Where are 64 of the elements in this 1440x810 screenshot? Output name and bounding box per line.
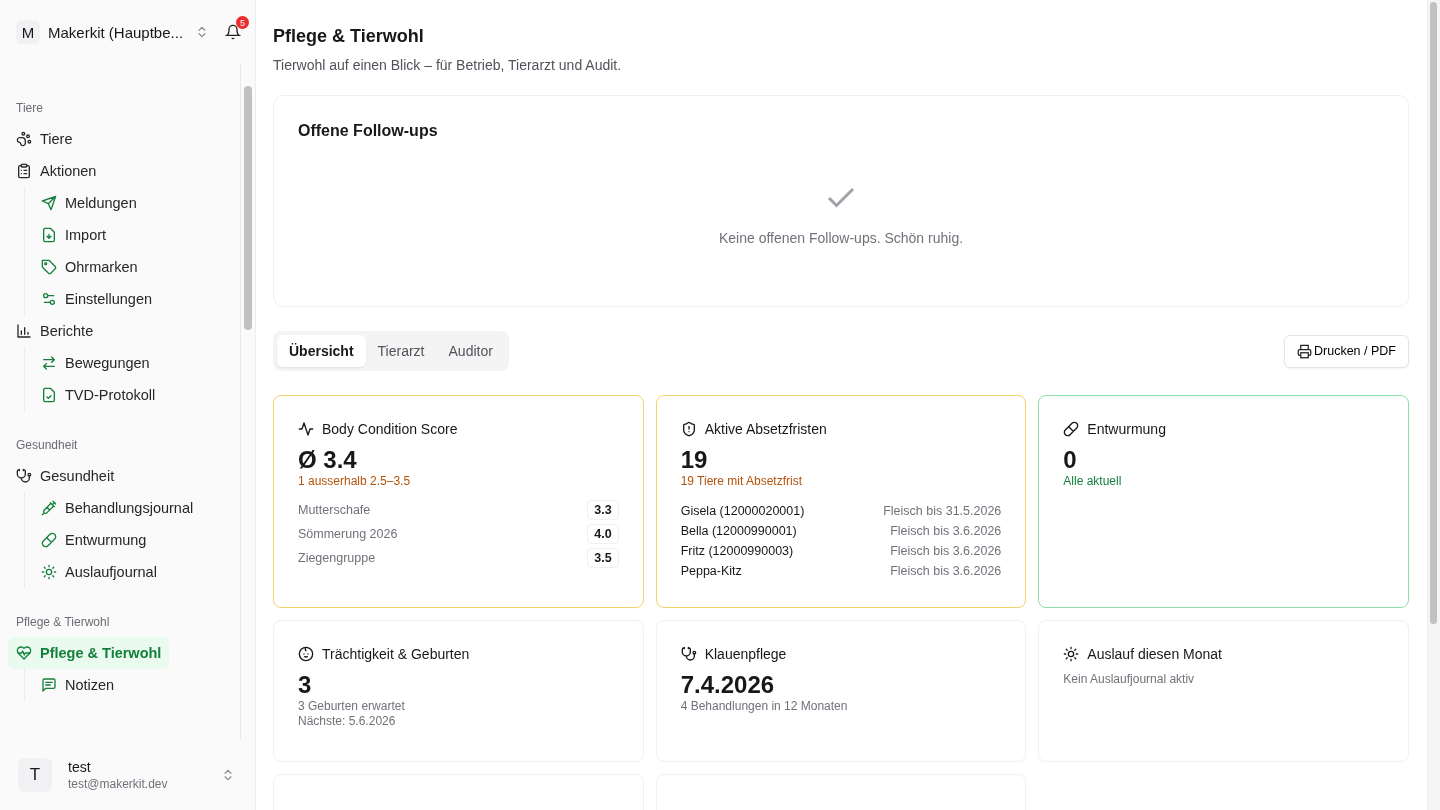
card-title: Trächtigkeit & Geburten <box>322 646 470 662</box>
card-title: Body Condition Score <box>322 421 458 437</box>
nav-item[interactable]: Berichte <box>8 315 102 347</box>
score-badge: 3.3 <box>587 500 619 521</box>
group-label: Ziegengruppe <box>298 551 376 566</box>
nav-item[interactable]: Pflege & Tierwohl <box>8 637 170 669</box>
page-subtitle: Tierwohl auf einen Blick – für Betrieb, Tierarzt und Audit. <box>273 57 623 73</box>
nav-item[interactable]: Tiere <box>8 123 81 155</box>
score-badge: 4.0 <box>587 524 619 545</box>
user-name: test <box>68 759 92 775</box>
stat-value: 0 <box>1063 447 1078 474</box>
nav-subitem[interactable]: Behandlungsjournal <box>33 492 240 524</box>
section-label: Gesundheit <box>15 437 79 454</box>
tab[interactable]: Tierarzt <box>365 335 437 367</box>
account-avatar[interactable]: M <box>16 20 40 44</box>
page-title: Pflege & Tierwohl <box>273 26 425 47</box>
withdrawal-date: Fleisch bis 3.6.2026 <box>890 563 1002 581</box>
nav-subitem[interactable]: Notizen <box>33 669 240 701</box>
user-email: test@makerkit.dev <box>68 777 169 791</box>
withdrawal-date: Fleisch bis 3.6.2026 <box>890 523 1002 541</box>
animal-name: Fritz (12000990003) <box>680 543 794 561</box>
nav-subitem[interactable]: Meldungen <box>33 187 240 219</box>
animal-name: Bella (12000990001) <box>680 523 797 541</box>
animal-name: Gisela (12000020001) <box>680 503 805 521</box>
stat-note: 3 Geburten erwartet <box>298 699 406 714</box>
stat-value: Ø 3.4 <box>298 447 358 474</box>
stat-note: 19 Tiere mit Absetzfrist <box>680 474 804 489</box>
section-label: Pflege & Tierwohl <box>15 614 111 631</box>
nav-subitem[interactable]: Ohrmarken <box>33 251 240 283</box>
print-button[interactable]: Drucken / PDF <box>1284 334 1409 368</box>
stat-note: Nächste: 5.6.2026 <box>298 714 397 729</box>
nav-subitem[interactable]: Einstellungen <box>33 283 240 315</box>
nav-subitem[interactable]: TVD-Protokoll <box>33 379 240 411</box>
card-title: Klauenpflege <box>704 646 787 662</box>
card-title: Auslauf diesen Monat <box>1087 646 1222 662</box>
score-badge: 3.5 <box>587 548 619 569</box>
nav-item[interactable]: Aktionen <box>8 155 105 187</box>
stat-note: Kein Auslaufjournal aktiv <box>1063 672 1196 686</box>
empty-message: Keine offenen Follow-ups. Schön ruhig. <box>718 230 964 246</box>
animal-name: Peppa-Kitz <box>680 563 742 581</box>
stat-note: Alle aktuell <box>1063 474 1123 489</box>
user-avatar[interactable]: T <box>18 758 52 792</box>
nav-subitem[interactable]: Import <box>33 219 240 251</box>
withdrawal-date: Fleisch bis 3.6.2026 <box>890 543 1002 561</box>
stat-value: 19 <box>680 447 709 474</box>
nav-subitem[interactable]: Bewegungen <box>33 347 240 379</box>
account-name[interactable]: Makerkit (Hauptbe... <box>48 23 187 41</box>
card-title: Entwurmung <box>1087 421 1166 437</box>
notification-badge: 5 <box>236 16 249 29</box>
group-label: Mutterschafe <box>298 503 371 518</box>
tab[interactable]: Übersicht <box>277 335 366 367</box>
stat-note: 4 Behandlungen in 12 Monaten <box>680 699 849 714</box>
withdrawal-date: Fleisch bis 31.5.2026 <box>883 503 1002 521</box>
stat-value: 7.4.2026 <box>680 672 776 699</box>
nav-subitem[interactable]: Entwurmung <box>33 524 240 556</box>
stat-value: 3 <box>298 672 313 699</box>
group-label: Sömmerung 2026 <box>298 527 398 542</box>
card-title: Offene Follow-ups <box>298 122 438 140</box>
tab[interactable]: Auditor <box>436 335 505 367</box>
nav-item[interactable]: Gesundheit <box>8 460 123 492</box>
card-title: Aktive Absetzfristen <box>704 421 827 437</box>
section-label: Tiere <box>15 100 44 117</box>
nav-subitem[interactable]: Auslaufjournal <box>33 556 240 588</box>
stat-note: 1 ausserhalb 2.5–3.5 <box>298 474 412 489</box>
